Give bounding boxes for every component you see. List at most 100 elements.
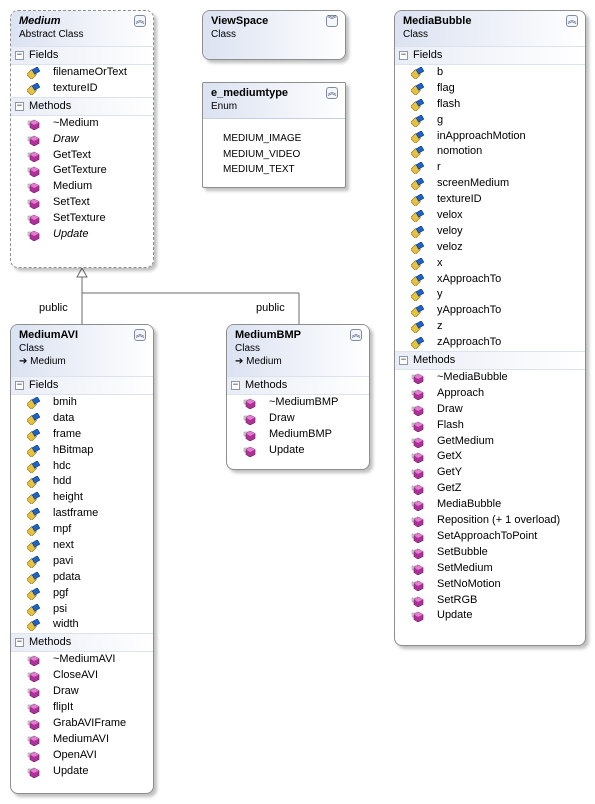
method-item[interactable]: Update xyxy=(227,443,369,459)
field-item[interactable]: veloy xyxy=(395,224,585,240)
field-item[interactable]: zApproachTo xyxy=(395,335,585,351)
field-item[interactable]: hdc xyxy=(11,459,153,475)
method-item[interactable]: GetText xyxy=(11,148,153,164)
field-item[interactable]: inApproachMotion xyxy=(395,129,585,145)
class-medium[interactable]: Medium Abstract Class ︽ − Fields filenam… xyxy=(10,10,154,268)
field-item[interactable]: g xyxy=(395,113,585,129)
method-item[interactable]: MediumAVI xyxy=(11,732,153,748)
field-item[interactable]: hBitmap xyxy=(11,443,153,459)
class-mediabubble[interactable]: MediaBubble Class ︽ − Fields b flag flash g… xyxy=(394,10,586,646)
method-item[interactable]: ~MediumBMP xyxy=(227,395,369,411)
field-item[interactable]: textureID xyxy=(395,192,585,208)
fields-section-header[interactable]: − Fields xyxy=(395,46,585,65)
collapse-toggle-icon[interactable]: − xyxy=(15,51,24,60)
chevron-up-icon[interactable]: ︽ xyxy=(566,15,578,27)
method-item[interactable]: SetTexture xyxy=(11,211,153,227)
field-item[interactable]: xApproachTo xyxy=(395,272,585,288)
chevron-down-icon[interactable]: ︾ xyxy=(326,15,338,27)
method-item[interactable]: Medium xyxy=(11,179,153,195)
field-item[interactable]: textureID xyxy=(11,81,153,97)
collapse-toggle-icon[interactable]: − xyxy=(399,51,408,60)
field-item[interactable]: pdata xyxy=(11,570,153,586)
field-item[interactable]: pgf xyxy=(11,586,153,602)
method-item[interactable]: MediumBMP xyxy=(227,427,369,443)
field-item[interactable]: b xyxy=(395,65,585,81)
chevron-up-icon[interactable]: ︽ xyxy=(134,15,146,27)
fields-section-header[interactable]: − Fields xyxy=(11,376,153,395)
field-item[interactable]: hdd xyxy=(11,474,153,490)
field-item[interactable]: yApproachTo xyxy=(395,303,585,319)
field-item[interactable]: flash xyxy=(395,97,585,113)
method-item[interactable]: Approach xyxy=(395,386,585,402)
method-item[interactable]: Reposition (+ 1 overload) xyxy=(395,513,585,529)
method-item[interactable]: flipIt xyxy=(11,700,153,716)
method-item[interactable]: ~MediumAVI xyxy=(11,652,153,668)
method-item[interactable]: GetX xyxy=(395,449,585,465)
method-item[interactable]: OpenAVI xyxy=(11,748,153,764)
field-item[interactable]: velox xyxy=(395,208,585,224)
method-item[interactable]: Update xyxy=(11,764,153,780)
chevron-up-icon[interactable]: ︽ xyxy=(134,329,146,341)
method-item[interactable]: GetZ xyxy=(395,481,585,497)
field-item[interactable]: flag xyxy=(395,81,585,97)
method-item[interactable]: SetText xyxy=(11,195,153,211)
field-item[interactable]: pavi xyxy=(11,554,153,570)
collapse-toggle-icon[interactable]: − xyxy=(15,638,24,648)
field-item[interactable]: psi xyxy=(11,602,153,618)
field-item[interactable]: screenMedium xyxy=(395,176,585,192)
method-item[interactable]: GrabAVIFrame xyxy=(11,716,153,732)
field-item[interactable]: nomotion xyxy=(395,144,585,160)
method-item[interactable]: ~MediaBubble xyxy=(395,370,585,386)
field-item[interactable]: filenameOrText xyxy=(11,65,153,81)
method-item[interactable]: SetApproachToPoint xyxy=(395,529,585,545)
field-item[interactable]: height xyxy=(11,490,153,506)
methods-section-header[interactable]: − Methods xyxy=(11,96,153,116)
member-name: Update xyxy=(53,228,89,241)
field-item[interactable]: veloz xyxy=(395,240,585,256)
field-item[interactable]: frame xyxy=(11,427,153,443)
methods-section-header[interactable]: − Methods xyxy=(227,376,369,395)
field-item[interactable]: bmih xyxy=(11,395,153,411)
chevron-up-icon[interactable]: ︽ xyxy=(326,87,338,99)
class-mediumbmp[interactable]: MediumBMP Class ➔ Medium ︽ − Methods ~Me… xyxy=(226,324,370,470)
method-item[interactable]: Draw xyxy=(395,402,585,418)
method-item[interactable]: SetBubble xyxy=(395,545,585,561)
field-item[interactable]: data xyxy=(11,411,153,427)
method-item[interactable]: GetTexture xyxy=(11,163,153,179)
field-item[interactable]: width xyxy=(11,617,153,633)
enum-e-mediumtype[interactable]: e_mediumtype Enum ︽ MEDIUM_IMAGE MEDIUM_… xyxy=(202,82,346,188)
field-item[interactable]: next xyxy=(11,538,153,554)
member-name: Draw xyxy=(269,411,295,424)
collapse-toggle-icon[interactable]: − xyxy=(231,381,240,390)
chevron-up-icon[interactable]: ︽ xyxy=(350,329,362,341)
method-item[interactable]: Draw xyxy=(11,132,153,148)
method-icon xyxy=(27,213,41,226)
class-mediumavi[interactable]: MediumAVI Class ➔ Medium ︽ − Fields bmih… xyxy=(10,324,154,794)
method-item[interactable]: SetNoMotion xyxy=(395,577,585,593)
class-viewspace[interactable]: ViewSpace Class ︾ xyxy=(202,10,346,60)
method-item[interactable]: ~Medium xyxy=(11,116,153,132)
method-item[interactable]: MediaBubble xyxy=(395,497,585,513)
method-item[interactable]: Draw xyxy=(11,684,153,700)
method-item[interactable]: GetMedium xyxy=(395,434,585,450)
method-item[interactable]: Update xyxy=(11,227,153,243)
methods-section-header[interactable]: − Methods xyxy=(11,633,153,653)
method-item[interactable]: Draw xyxy=(227,411,369,427)
method-item[interactable]: CloseAVI xyxy=(11,668,153,684)
field-item[interactable]: z xyxy=(395,319,585,335)
method-item[interactable]: Update xyxy=(395,608,585,624)
collapse-toggle-icon[interactable]: − xyxy=(399,356,408,366)
method-item[interactable]: Flash xyxy=(395,418,585,434)
collapse-toggle-icon[interactable]: − xyxy=(15,381,24,390)
field-item[interactable]: y xyxy=(395,287,585,303)
method-item[interactable]: GetY xyxy=(395,465,585,481)
methods-section-header[interactable]: − Methods xyxy=(395,351,585,371)
field-item[interactable]: r xyxy=(395,160,585,176)
method-item[interactable]: SetRGB xyxy=(395,593,585,609)
fields-section-header[interactable]: − Fields xyxy=(11,46,153,65)
field-item[interactable]: lastframe xyxy=(11,506,153,522)
method-item[interactable]: SetMedium xyxy=(395,561,585,577)
collapse-toggle-icon[interactable]: − xyxy=(15,101,24,111)
field-item[interactable]: x xyxy=(395,256,585,272)
field-item[interactable]: mpf xyxy=(11,522,153,538)
